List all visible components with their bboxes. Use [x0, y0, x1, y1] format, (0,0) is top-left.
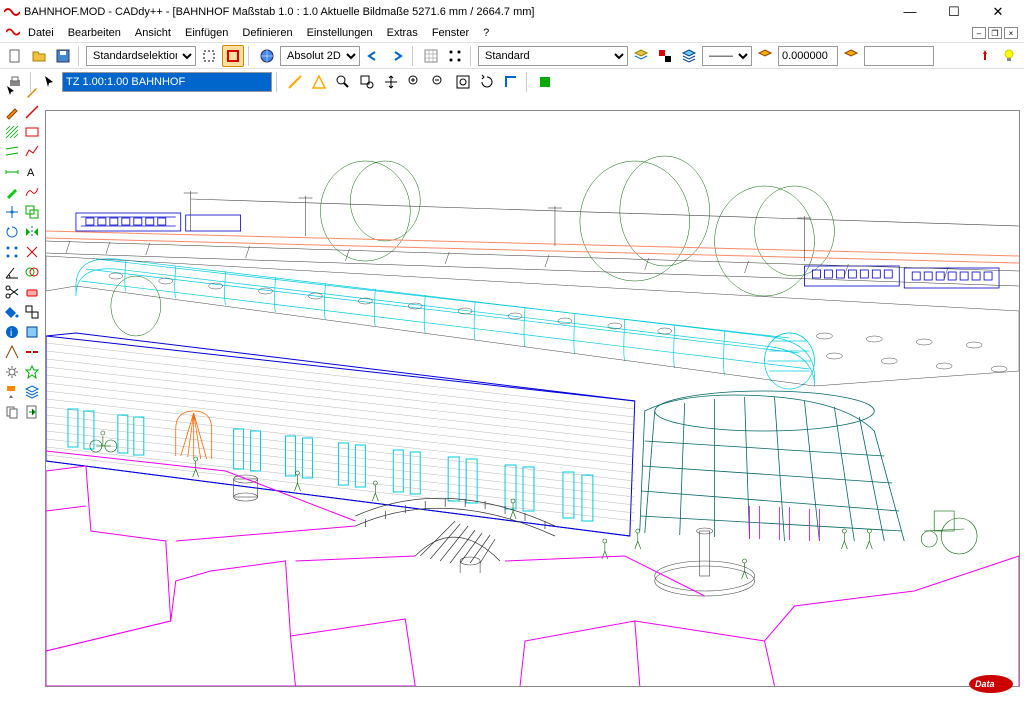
maximize-button[interactable]: ☐ — [942, 4, 966, 20]
rect-tool[interactable] — [22, 122, 42, 142]
linetype-select[interactable]: ——— — [702, 46, 752, 66]
menu-extras[interactable]: Extras — [381, 26, 424, 40]
open-button[interactable] — [28, 45, 50, 67]
extra-input[interactable] — [864, 46, 934, 66]
select-box-button[interactable] — [198, 45, 220, 67]
coord-mode-select[interactable]: Absolut 2D — [280, 46, 360, 66]
parallel-tool[interactable] — [2, 142, 22, 162]
marker-tool[interactable] — [2, 182, 22, 202]
doc-icon — [6, 26, 20, 41]
layer-manager-button[interactable] — [630, 45, 652, 67]
text-tool[interactable]: A — [22, 162, 42, 182]
window-controls: — ☐ ✕ — [898, 4, 1020, 20]
layer-props-button[interactable] — [840, 45, 862, 67]
title-bar: BAHNHOF.MOD - CADdy++ - [BAHNHOF Maßstab… — [0, 0, 1024, 24]
offset-tool[interactable] — [22, 202, 42, 222]
grid-button[interactable] — [420, 45, 442, 67]
mdi-close[interactable]: × — [1004, 27, 1018, 39]
new-button[interactable] — [4, 45, 26, 67]
menu-einfuegen[interactable]: Einfügen — [179, 26, 234, 40]
status-light[interactable] — [534, 71, 556, 93]
zoom-button[interactable] — [332, 71, 354, 93]
triangle-button[interactable] — [308, 71, 330, 93]
close-button[interactable]: ✕ — [986, 4, 1010, 20]
snap-button[interactable] — [444, 45, 466, 67]
pin-button[interactable] — [974, 45, 996, 67]
spline-tool[interactable] — [22, 182, 42, 202]
menu-einstellungen[interactable]: Einstellungen — [301, 26, 379, 40]
svg-text:i: i — [10, 328, 12, 339]
globe-button[interactable] — [256, 45, 278, 67]
main-toolbar: Standardselektion Absolut 2D Standard ——… — [0, 42, 1024, 68]
poly-tool[interactable] — [22, 142, 42, 162]
import-tool[interactable] — [22, 402, 42, 422]
vendor-logo: Data — [968, 674, 1014, 699]
menu-ansicht[interactable]: Ansicht — [129, 26, 177, 40]
intersect-tool[interactable] — [22, 262, 42, 282]
rotate-tool[interactable] — [2, 222, 22, 242]
mdi-restore[interactable]: ❐ — [988, 27, 1002, 39]
group-tool[interactable] — [22, 302, 42, 322]
mirror-tool[interactable] — [22, 222, 42, 242]
gear-tool[interactable] — [2, 362, 22, 382]
window-title: BAHNHOF.MOD - CADdy++ - [BAHNHOF Maßstab… — [24, 6, 898, 18]
line-tool[interactable] — [22, 102, 42, 122]
drawing-canvas[interactable] — [45, 110, 1020, 687]
svg-text:Data: Data — [975, 679, 995, 689]
pan-button[interactable] — [380, 71, 402, 93]
trim-tool[interactable] — [22, 242, 42, 262]
mdi-minimize[interactable]: – — [972, 27, 986, 39]
refresh-button[interactable] — [476, 71, 498, 93]
left-toolbar: A i — [2, 82, 44, 422]
menu-datei[interactable]: Datei — [22, 26, 60, 40]
brush-tool[interactable] — [22, 82, 42, 102]
app-icon — [4, 6, 20, 18]
crosshair-tool[interactable] — [2, 202, 22, 222]
menu-bar: Datei Bearbeiten Ansicht Einfügen Defini… — [0, 24, 1024, 42]
measure-button[interactable] — [284, 71, 306, 93]
pointer-tool[interactable] — [2, 82, 22, 102]
hatch-tool[interactable] — [2, 122, 22, 142]
redo-button[interactable] — [386, 45, 408, 67]
fill-tool[interactable] — [2, 302, 22, 322]
selection-mode-select[interactable]: Standardselektion — [86, 46, 196, 66]
svg-text:A: A — [27, 167, 35, 179]
layer-select[interactable]: Standard — [478, 46, 628, 66]
menu-fenster[interactable]: Fenster — [426, 26, 475, 40]
menu-help[interactable]: ? — [477, 26, 495, 40]
ortho-button[interactable] — [500, 71, 522, 93]
zoom-all-button[interactable] — [452, 71, 474, 93]
layer-field[interactable] — [62, 72, 272, 92]
pencil-tool[interactable] — [2, 102, 22, 122]
menu-bearbeiten[interactable]: Bearbeiten — [62, 26, 127, 40]
layers-button[interactable] — [678, 45, 700, 67]
zoom-previous-button[interactable] — [428, 71, 450, 93]
lineweight-button[interactable] — [754, 45, 776, 67]
distance-input[interactable] — [778, 46, 838, 66]
dimension-tool[interactable] — [2, 162, 22, 182]
layers-tool[interactable] — [22, 382, 42, 402]
angle-tool[interactable] — [2, 262, 22, 282]
zoom-extents-button[interactable] — [404, 71, 426, 93]
paint-tool[interactable] — [2, 382, 22, 402]
symbol-tool[interactable] — [22, 362, 42, 382]
array-tool[interactable] — [2, 242, 22, 262]
select-element-button[interactable] — [222, 45, 244, 67]
menu-definieren[interactable]: Definieren — [236, 26, 298, 40]
save-button[interactable] — [52, 45, 74, 67]
scissors-tool[interactable] — [2, 282, 22, 302]
color-button[interactable] — [654, 45, 676, 67]
zoom-window-button[interactable] — [356, 71, 378, 93]
edge-tool[interactable] — [2, 342, 22, 362]
eraser-tool[interactable] — [22, 282, 42, 302]
bulb-button[interactable] — [998, 45, 1020, 67]
info-tool[interactable]: i — [2, 322, 22, 342]
undo-button[interactable] — [362, 45, 384, 67]
block-tool[interactable] — [22, 322, 42, 342]
split-tool[interactable] — [22, 342, 42, 362]
secondary-toolbar — [0, 68, 1024, 94]
minimize-button[interactable]: — — [898, 4, 922, 20]
copy-tool[interactable] — [2, 402, 22, 422]
